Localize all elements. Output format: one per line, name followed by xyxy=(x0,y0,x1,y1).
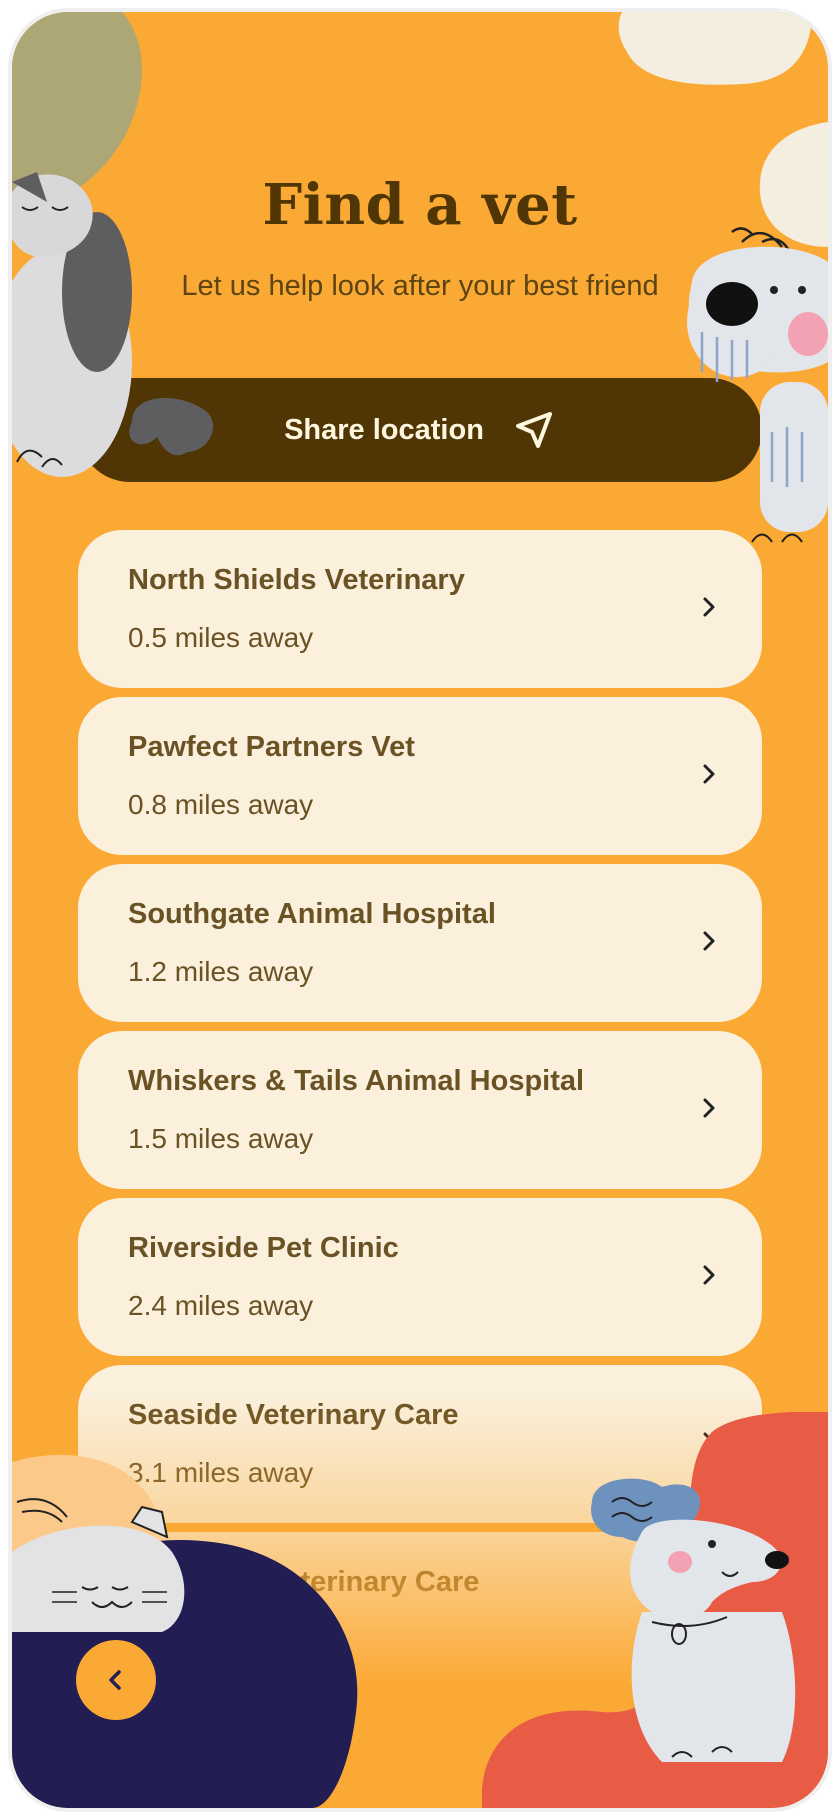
cat-illustration-bottom-left xyxy=(12,1498,185,1632)
dog-illustration-top-right xyxy=(687,227,828,543)
vet-card[interactable]: Riverside Pet Clinic 2.4 miles away xyxy=(78,1198,762,1356)
back-button[interactable] xyxy=(76,1640,156,1720)
chevron-left-icon xyxy=(109,1670,121,1690)
vet-name: Seaside Veterinary Care xyxy=(128,1399,459,1431)
vet-name: Southgate Animal Hospital xyxy=(128,898,496,930)
vet-name: Riverside Pet Clinic xyxy=(128,1232,399,1264)
vet-distance: 0.8 miles away xyxy=(128,789,314,820)
vet-distance: 0.5 miles away xyxy=(128,622,314,653)
share-location-label: Share location xyxy=(284,413,484,446)
navigation-arrow-icon xyxy=(515,412,552,448)
vet-name: Pawfect Partners Vet xyxy=(128,731,415,763)
vet-card[interactable]: Southgate Animal Hospital 1.2 miles away xyxy=(78,864,762,1022)
cat-illustration-top-left xyxy=(12,172,214,477)
vet-distance: 1.2 miles away xyxy=(128,956,314,987)
chevron-right-icon xyxy=(703,764,715,784)
vet-distance: 1.5 miles away xyxy=(128,1123,314,1154)
vet-card[interactable]: North Shields Veterinary 0.5 miles away xyxy=(78,530,762,688)
vet-card[interactable]: Whiskers & Tails Animal Hospital 1.5 mil… xyxy=(78,1031,762,1189)
vet-card[interactable]: Pawfect Partners Vet 0.8 miles away xyxy=(78,697,762,855)
vet-name: Whiskers & Tails Animal Hospital xyxy=(128,1065,585,1097)
vet-name: North Shields Veterinary xyxy=(128,564,465,596)
chevron-right-icon xyxy=(703,1098,715,1118)
vet-distance: 2.4 miles away xyxy=(128,1290,314,1321)
cream-blob-top-decoration xyxy=(618,12,812,85)
chevron-right-icon xyxy=(703,1265,715,1285)
dog-illustration-bottom-right xyxy=(591,1478,796,1762)
chevron-right-icon xyxy=(703,597,715,617)
phone-screen: Find a vet Let us help look after your b… xyxy=(12,12,828,1808)
chevron-right-icon xyxy=(703,931,715,951)
